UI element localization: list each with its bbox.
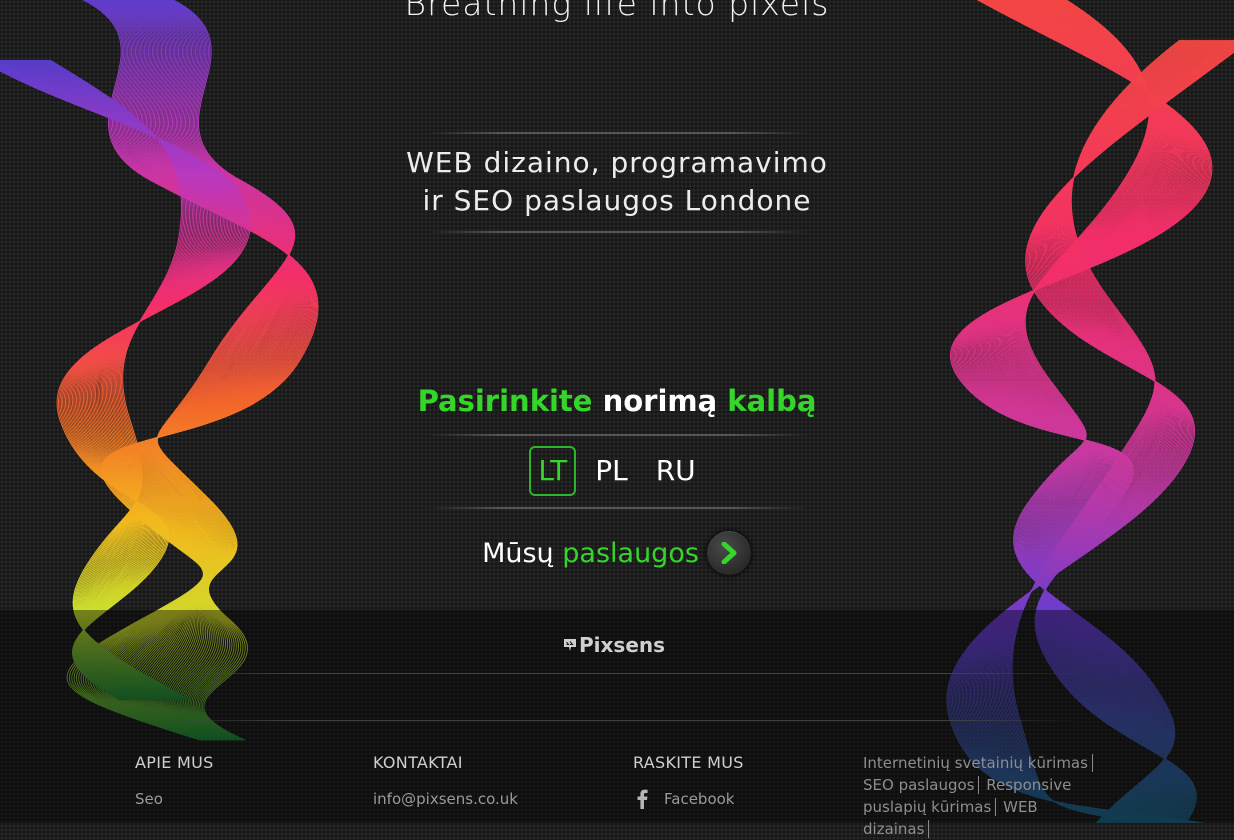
footer-tag-list: Internetinių svetainių kūrimas SEO pasla…: [863, 752, 1103, 840]
language-selector: LT PL RU: [0, 446, 1234, 496]
footer-find-us-title: RASKITE MUS: [633, 753, 744, 772]
footer-divider: [150, 673, 1084, 674]
subtitle-line-1: WEB dizaino, programavimo: [406, 146, 828, 179]
language-option-pl[interactable]: PL: [586, 446, 636, 496]
divider: [425, 231, 809, 233]
hero-title: Breathing life into pixels: [404, 0, 830, 23]
services-label-word-1: Mūsų: [482, 537, 554, 569]
divider: [425, 507, 809, 509]
chevron-right-icon: [721, 542, 737, 564]
footer-email-link[interactable]: info@pixsens.co.uk: [373, 790, 518, 808]
hero-subtitle: WEB dizaino, programavimo ir SEO paslaug…: [0, 144, 1234, 220]
services-label-word-2: paslaugos: [562, 537, 699, 569]
language-heading-word-2: norimą: [602, 384, 718, 418]
logo-text: Pixsens: [579, 633, 666, 657]
language-heading-word-1: Pasirinkite: [417, 384, 593, 418]
divider: [425, 132, 809, 134]
footer-tag[interactable]: SEO paslaugos: [863, 776, 980, 794]
services-label: Mūsų paslaugos: [482, 538, 699, 569]
footer-facebook-link[interactable]: Facebook: [664, 790, 734, 808]
subtitle-line-2: ir SEO paslaugos Londone: [422, 184, 812, 217]
footer-divider: [150, 720, 1084, 721]
footer-about-title: APIE MUS: [135, 753, 214, 772]
services-arrow-button[interactable]: [705, 530, 752, 576]
facebook-icon[interactable]: [634, 789, 650, 809]
language-option-lt[interactable]: LT: [529, 446, 577, 496]
footer-tag[interactable]: Internetinių svetainių kūrimas: [863, 754, 1093, 772]
language-option-ru[interactable]: RU: [647, 446, 705, 496]
language-heading: Pasirinkite norimą kalbą: [0, 384, 1234, 418]
divider: [425, 434, 809, 436]
language-heading-word-3: kalbą: [727, 384, 817, 418]
pixsens-logo-icon: [564, 639, 576, 651]
pixsens-logo[interactable]: Pixsens: [563, 633, 665, 657]
services-link[interactable]: Mūsų paslaugos: [0, 530, 1234, 576]
footer-contacts-title: KONTAKTAI: [373, 753, 463, 772]
footer-link-seo[interactable]: Seo: [135, 790, 163, 808]
hero-section: Breathing life into pixels WEB dizaino, …: [0, 0, 1234, 610]
